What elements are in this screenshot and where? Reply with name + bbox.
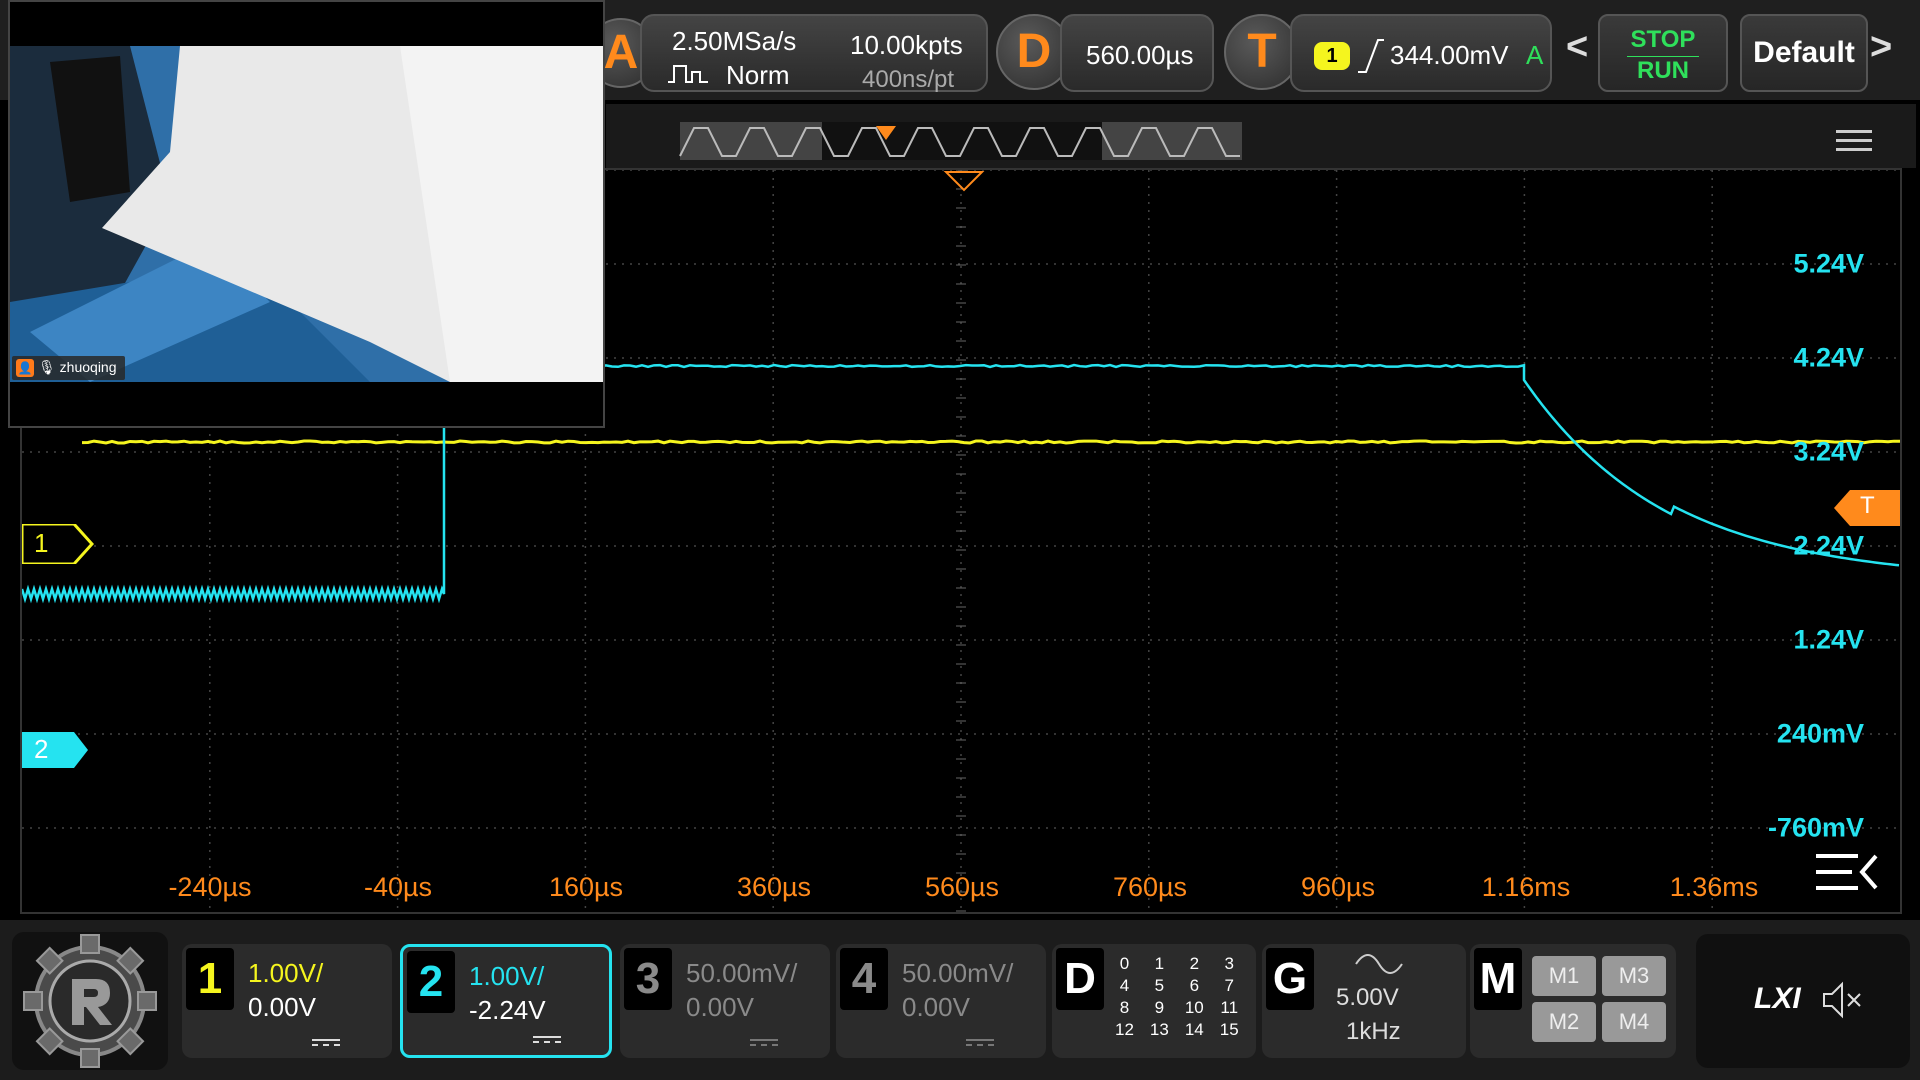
math-label: M: [1474, 948, 1522, 1010]
camera-user-tag: 👤 🎙 zhuoqing: [12, 356, 125, 380]
ch2-offset: -2.24V: [469, 995, 546, 1026]
ch1-scale: 1.00V/: [248, 958, 323, 989]
gear-logo-icon: [12, 932, 168, 1070]
ch1-marker[interactable]: 1: [22, 524, 94, 569]
acq-mode-icon: [666, 62, 710, 86]
generator-label: G: [1266, 948, 1314, 1010]
overview-strip: [606, 104, 1916, 168]
digital-label: D: [1056, 948, 1104, 1010]
dc-coupling-icon: [533, 1033, 561, 1045]
time-label: -240µs: [168, 872, 251, 903]
ch4-number: 4: [840, 948, 888, 1010]
mic-icon: 🎙: [38, 359, 56, 375]
side-menu-icon[interactable]: [1814, 848, 1880, 901]
waveform-overview[interactable]: [606, 104, 1916, 168]
volt-label: -760mV: [1768, 813, 1864, 844]
delay-panel[interactable]: 560.00µs: [1060, 14, 1214, 92]
digital-channel-grid: 0123 4567 8 9 10 11 12 13 14 15: [1106, 952, 1248, 1042]
volt-label: 3.24V: [1793, 437, 1864, 468]
time-label: 1.16ms: [1482, 872, 1571, 903]
run-label: RUN: [1627, 56, 1699, 85]
ch1-panel[interactable]: 1 1.00V/ 0.00V: [182, 944, 392, 1058]
math-m3-button[interactable]: M3: [1602, 956, 1666, 996]
time-label: 960µs: [1301, 872, 1375, 903]
trigger-source-badge: 1: [1314, 42, 1350, 70]
ch4-offset: 0.00V: [902, 992, 970, 1023]
trigger-level: 344.00mV: [1390, 40, 1509, 71]
time-label: 160µs: [549, 872, 623, 903]
ch2-panel[interactable]: 2 1.00V/ -2.24V: [400, 944, 612, 1058]
menu-icon[interactable]: [1836, 124, 1872, 157]
home-button[interactable]: [12, 932, 168, 1070]
generator-amplitude: 5.00V: [1336, 984, 1399, 1012]
ch1-number: 1: [186, 948, 234, 1010]
volt-label: 5.24V: [1793, 249, 1864, 280]
volt-label: 240mV: [1777, 719, 1864, 750]
rising-edge-icon: [1356, 36, 1386, 76]
prev-arrow-icon[interactable]: <: [1566, 26, 1588, 69]
delay-value: 560.00µs: [1086, 40, 1194, 71]
ch2-number: 2: [407, 951, 455, 1013]
ch4-panel[interactable]: 4 50.00mV/ 0.00V: [836, 944, 1046, 1058]
dc-coupling-icon: [312, 1036, 340, 1048]
time-per-point: 400ns/pt: [862, 66, 954, 94]
ch3-number: 3: [624, 948, 672, 1010]
time-label: 560µs: [925, 872, 999, 903]
volt-label: 1.24V: [1793, 625, 1864, 656]
dc-coupling-icon: [966, 1036, 994, 1048]
camera-overlay: 👤 🎙 zhuoqing: [8, 0, 605, 428]
user-icon: 👤: [16, 359, 34, 377]
ch4-scale: 50.00mV/: [902, 958, 1013, 989]
math-m1-button[interactable]: M1: [1532, 956, 1596, 996]
time-label: 360µs: [737, 872, 811, 903]
camera-user-name: zhuoqing: [60, 359, 117, 375]
ch3-panel[interactable]: 3 50.00mV/ 0.00V: [620, 944, 830, 1058]
status-panel[interactable]: LXI: [1696, 934, 1910, 1068]
default-button[interactable]: Default: [1740, 14, 1868, 92]
ch1-offset: 0.00V: [248, 992, 316, 1023]
trigger-button[interactable]: T: [1224, 14, 1300, 90]
lxi-logo: LXI: [1754, 982, 1801, 1016]
ch2-scale: 1.00V/: [469, 961, 544, 992]
time-label: -40µs: [364, 872, 432, 903]
speaker-muted-icon[interactable]: [1820, 980, 1864, 1020]
trigger-level-marker[interactable]: T: [1834, 490, 1900, 531]
math-m4-button[interactable]: M4: [1602, 1002, 1666, 1042]
volt-label: 2.24V: [1793, 531, 1864, 562]
acq-mode: Norm: [726, 60, 790, 91]
dc-coupling-icon: [750, 1036, 778, 1048]
time-label: 760µs: [1113, 872, 1187, 903]
math-panel[interactable]: M M1 M3 M2 M4: [1470, 944, 1676, 1058]
acquire-panel[interactable]: 2.50MSa/s Norm 10.00kpts 400ns/pt: [640, 14, 988, 92]
math-m2-button[interactable]: M2: [1532, 1002, 1596, 1042]
sine-wave-icon: [1354, 952, 1404, 976]
trigger-mode: A: [1526, 40, 1543, 71]
generator-frequency: 1kHz: [1346, 1018, 1401, 1046]
stop-run-button[interactable]: STOP RUN: [1598, 14, 1728, 92]
volt-label: 4.24V: [1793, 343, 1864, 374]
ch3-scale: 50.00mV/: [686, 958, 797, 989]
generator-panel[interactable]: G 5.00V 1kHz: [1262, 944, 1466, 1058]
ch1-trace: [82, 441, 1900, 443]
time-label: 1.36ms: [1670, 872, 1759, 903]
ch3-offset: 0.00V: [686, 992, 754, 1023]
ch2-marker[interactable]: 2: [22, 732, 94, 773]
next-arrow-icon[interactable]: >: [1870, 26, 1892, 69]
trigger-position-marker: [946, 172, 982, 190]
memory-depth: 10.00kpts: [850, 30, 963, 61]
digital-panel[interactable]: D 0123 4567 8 9 10 11 12 13 14 15: [1052, 944, 1256, 1058]
sample-rate: 2.50MSa/s: [672, 26, 796, 57]
stop-label: STOP: [1600, 26, 1726, 54]
trigger-panel[interactable]: 1 344.00mV A: [1290, 14, 1552, 92]
